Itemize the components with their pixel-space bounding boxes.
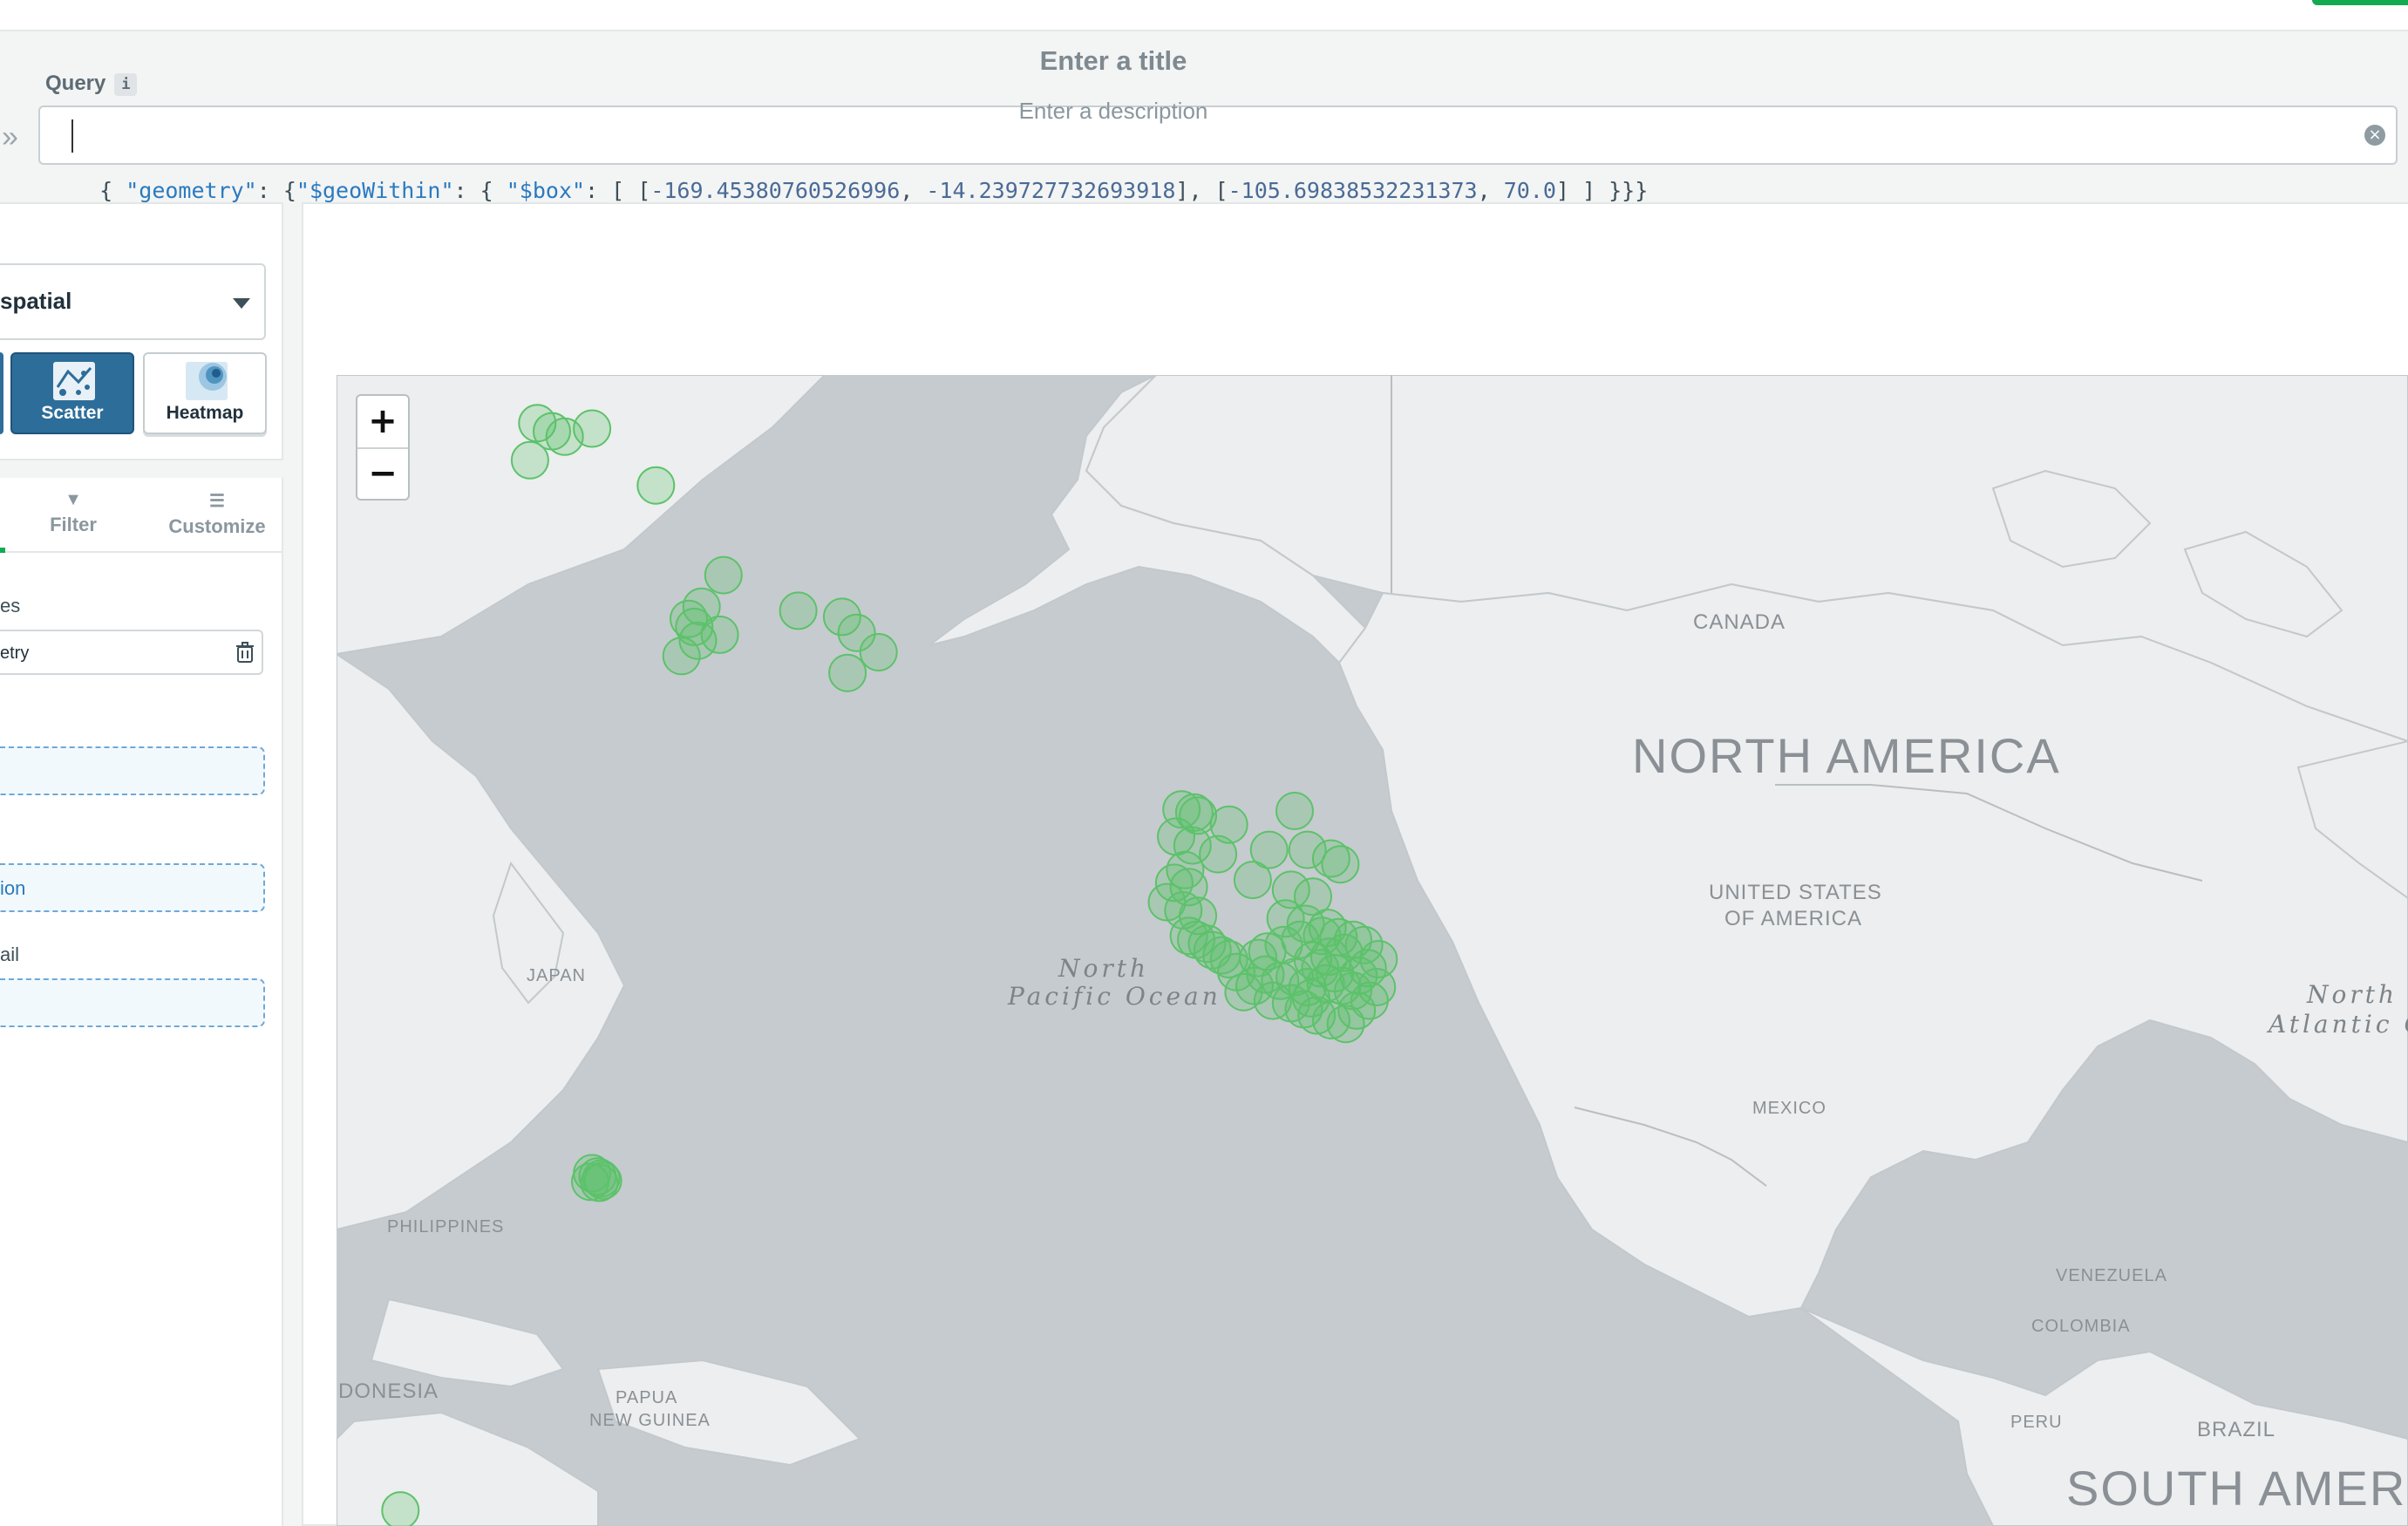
top-bar [0, 0, 2408, 31]
chart-type-dropdown[interactable]: spatial [0, 263, 266, 340]
map-label-atlantic-2: Atlantic O [2269, 1010, 2408, 1039]
scatter-point[interactable] [662, 637, 701, 676]
scatter-point[interactable] [1199, 835, 1238, 874]
scatter-point[interactable] [1359, 940, 1398, 978]
scatter-label: Scatter [41, 403, 104, 423]
map-label-brazil: BRAZIL [2197, 1418, 2276, 1441]
tab-filter[interactable]: ▼ Filter [38, 490, 108, 536]
geo-map[interactable]: CANADA NORTH AMERICA UNITED STATES OF AM… [337, 375, 2408, 1526]
zoom-in-button[interactable]: + [357, 396, 408, 449]
drop-zone-intensity[interactable] [0, 746, 265, 795]
map-label-png-1: PAPUA [616, 1388, 678, 1407]
scatter-point[interactable] [704, 555, 743, 595]
coordinates-section-label: es [0, 595, 21, 617]
map-label-philippines: PHILIPPINES [387, 1217, 505, 1236]
map-label-colombia: COLOMBIA [2031, 1317, 2131, 1336]
detail-section-label: ail [0, 944, 20, 965]
scatter-subtype-button[interactable]: Scatter [10, 352, 134, 434]
map-label-north-america: NORTH AMERICA [1632, 728, 2061, 783]
scatter-point[interactable] [1233, 861, 1272, 900]
heatmap-label: Heatmap [166, 403, 244, 423]
chart-type-panel: spatial Scatter Heatmap [0, 202, 283, 460]
map-label-png-2: NEW GUINEA [589, 1411, 711, 1430]
map-label-canada: CANADA [1693, 610, 1786, 634]
scatter-point[interactable] [828, 653, 867, 692]
sliders-icon: ☰ [209, 492, 225, 511]
map-label-pacific-2: Pacific Ocean [1008, 982, 1221, 1011]
heatmap-subtype-button[interactable]: Heatmap [143, 352, 267, 434]
scatter-point[interactable] [700, 615, 739, 654]
map-label-indonesia: DONESIA [338, 1380, 439, 1403]
scatter-point[interactable] [381, 1491, 420, 1526]
scatter-point[interactable] [573, 409, 612, 448]
drop-zone-color[interactable]: ion [0, 863, 265, 912]
scatter-point[interactable] [580, 1163, 619, 1202]
expand-panel-toggle[interactable]: » [2, 120, 18, 154]
scatter-point[interactable] [859, 633, 898, 671]
map-label-venezuela: VENEZUELA [2056, 1266, 2167, 1285]
tab-customize[interactable]: ☰ Customize [160, 490, 274, 538]
trash-icon[interactable] [235, 642, 255, 663]
map-label-pacific-1: North [1058, 954, 1150, 983]
scatter-point[interactable] [1321, 845, 1360, 884]
map-label-mexico: MEXICO [1752, 1099, 1826, 1118]
heatmap-icon [186, 362, 228, 400]
map-label-south-america: SOUTH AMERICA [2066, 1461, 2408, 1516]
scatter-point[interactable] [779, 591, 818, 630]
coordinates-field-name: etry [0, 644, 30, 663]
scatter-point[interactable] [510, 440, 549, 480]
chart-type-label: spatial [0, 288, 72, 314]
panel-tabs: ▼ Filter ☰ Customize [0, 478, 282, 553]
map-label-japan: JAPAN [527, 966, 586, 985]
scatter-map-icon [53, 362, 95, 400]
caret-down-icon [233, 298, 250, 309]
active-tab-indicator [0, 548, 5, 553]
zoom-control: + − [356, 394, 410, 501]
encode-panel: ▼ Filter ☰ Customize es etry ion ail [0, 478, 283, 1526]
chart-subtype-button-partial[interactable] [0, 352, 3, 434]
map-label-atlantic-1: North [2307, 980, 2398, 1009]
drop-zone-label: ion [0, 877, 26, 899]
map-label-usa-2: OF AMERICA [1724, 907, 1863, 930]
map-label-peru: PERU [2010, 1413, 2063, 1432]
scatter-point[interactable] [1291, 978, 1330, 1018]
coordinates-field-pill[interactable]: etry [0, 630, 263, 675]
clear-icon[interactable]: × [2364, 125, 2385, 146]
drop-zone-detail[interactable] [0, 978, 265, 1027]
chart-description[interactable]: Enter a description [0, 98, 2227, 125]
map-label-usa-1: UNITED STATES [1709, 881, 1882, 904]
scatter-point[interactable] [1275, 792, 1314, 830]
scatter-point[interactable] [1264, 925, 1303, 964]
save-button[interactable] [2312, 0, 2408, 5]
zoom-out-button[interactable]: − [357, 448, 408, 500]
scatter-layer [381, 404, 1398, 1526]
scatter-point[interactable] [636, 466, 676, 505]
filter-icon: ▼ [65, 490, 82, 509]
chart-title[interactable]: Enter a title [0, 45, 2227, 77]
